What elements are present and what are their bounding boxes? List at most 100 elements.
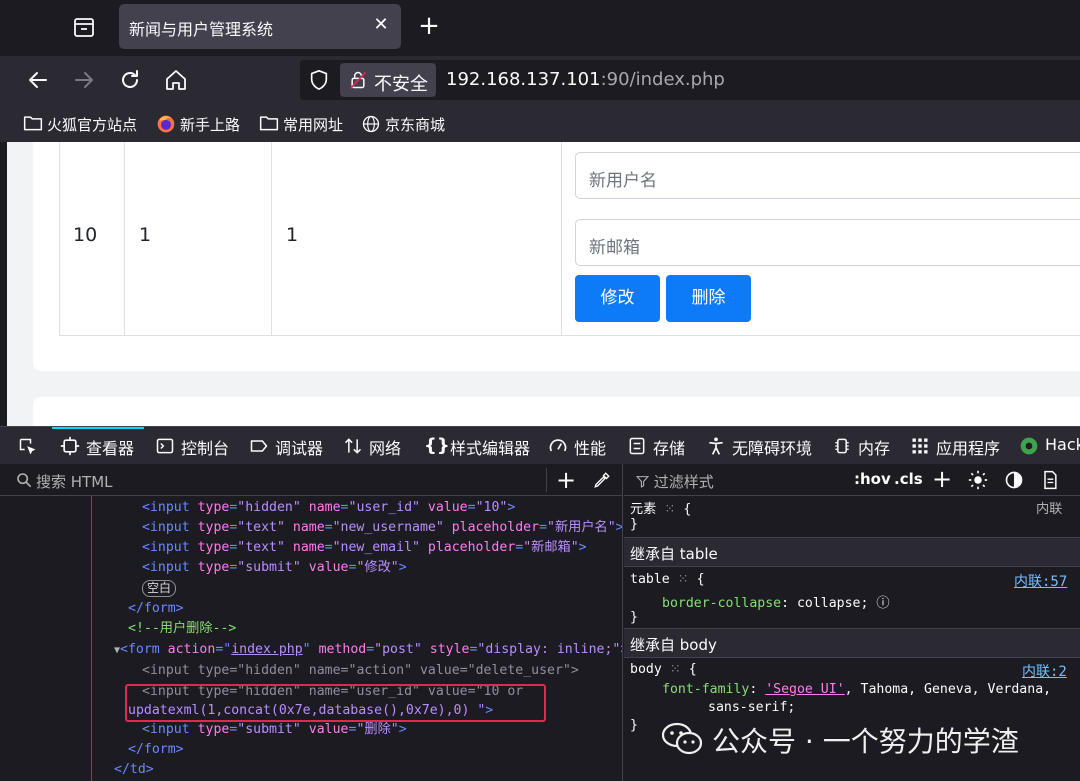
insecure-connection-indicator[interactable]: 不安全 xyxy=(340,63,436,97)
close-tab-icon[interactable]: ✕ xyxy=(373,16,389,34)
tab-list-icon[interactable] xyxy=(72,15,96,39)
indent-guide xyxy=(91,496,92,781)
markup-line[interactable]: <input type="hidden" name="user_id" valu… xyxy=(142,498,515,518)
new-username-input[interactable]: 新用户名 xyxy=(575,152,1080,199)
markup-line[interactable]: <input type="text" name="new_email" plac… xyxy=(142,538,587,558)
light-theme-sun-icon[interactable] xyxy=(968,470,988,490)
table-rule-selector[interactable]: table ⁙ { xyxy=(630,572,705,587)
storage-icon xyxy=(629,437,645,455)
application-grid-icon xyxy=(912,438,928,454)
hackbar-icon xyxy=(1020,437,1038,455)
bookmarks-toolbar: 火狐官方站点 新手上路 常用网址 京东商城 xyxy=(0,104,1080,142)
firefox-logo-icon xyxy=(157,115,175,133)
whitespace-badge[interactable]: 空白 xyxy=(142,580,177,597)
class-toggle[interactable]: .cls xyxy=(894,470,923,488)
rule-close-brace: } xyxy=(630,517,638,532)
add-rule-icon[interactable]: + xyxy=(932,467,952,491)
navigation-bar: 不安全 192.168.137.101:90/index.php xyxy=(0,56,1080,104)
table-border xyxy=(59,335,1080,336)
console-icon xyxy=(156,438,174,454)
table-rule-source-link[interactable]: 内联:57 xyxy=(1014,571,1067,591)
inline-source-label: 内联 xyxy=(1036,502,1063,517)
dark-theme-contrast-icon[interactable] xyxy=(1004,470,1024,490)
browser-tab-active[interactable]: 新闻与用户管理系统 ✕ xyxy=(119,4,401,49)
table-border xyxy=(561,142,562,336)
element-rule[interactable]: 元素 ⁙ { xyxy=(630,498,691,517)
table-border xyxy=(59,142,60,336)
html-search-bar: 搜索 HTML + xyxy=(0,464,622,496)
tab-strip: 新闻与用户管理系统 ✕ + xyxy=(0,0,1080,56)
home-icon[interactable] xyxy=(164,68,188,92)
devtools-toolbar: 查看器 控制台 调试器 网络 {} 样式编辑器 性能 存储 无障碍环境 内存 应… xyxy=(0,426,1080,464)
url-host: 192.168.137.101 xyxy=(446,69,601,90)
table-cell-username: 1 xyxy=(139,224,152,246)
table-border xyxy=(271,142,272,336)
reload-icon[interactable] xyxy=(118,68,142,92)
network-icon xyxy=(344,438,362,454)
table-cell-email: 1 xyxy=(286,224,299,246)
url-bar[interactable]: 不安全 192.168.137.101:90/index.php xyxy=(300,60,1080,100)
folder-icon xyxy=(259,116,279,131)
table-border xyxy=(124,142,125,336)
new-tab-icon[interactable]: + xyxy=(416,13,442,39)
add-node-icon[interactable]: + xyxy=(556,466,576,494)
performance-gauge-icon xyxy=(549,439,567,452)
markup-line[interactable]: </form> xyxy=(128,599,184,619)
element-picker-icon[interactable] xyxy=(18,437,38,457)
edit-button[interactable]: 修改 xyxy=(575,275,660,322)
markup-line[interactable]: <input type="submit" value="修改"> xyxy=(142,558,407,578)
tracking-protection-shield-icon[interactable] xyxy=(308,69,330,91)
debugger-icon xyxy=(250,440,268,452)
web-page-viewport: 10 1 1 新用户名 新邮箱 修改 删除 xyxy=(7,142,1080,426)
back-arrow-icon[interactable] xyxy=(26,68,50,92)
eyedropper-icon[interactable] xyxy=(593,471,611,489)
markup-line[interactable]: <input type="submit" value="删除"> xyxy=(142,720,407,740)
rule-close-brace: } xyxy=(630,610,638,625)
memory-chip-icon xyxy=(835,438,849,454)
markup-line[interactable]: </form> xyxy=(128,740,184,760)
insecure-label: 不安全 xyxy=(374,74,428,95)
markup-line[interactable]: <input type="text" name="new_username" p… xyxy=(142,518,622,538)
print-media-document-icon[interactable] xyxy=(1040,470,1060,490)
inspector-icon xyxy=(60,436,80,456)
body-rule-source-link[interactable]: 内联:2 xyxy=(1022,661,1067,681)
rules-toolbar: 过滤样式 :hov .cls + xyxy=(624,464,1080,496)
url-path: :90/index.php xyxy=(600,69,725,90)
delete-button[interactable]: 删除 xyxy=(666,275,751,322)
divider xyxy=(546,468,547,492)
highlight-box xyxy=(125,684,546,722)
search-icon xyxy=(17,473,32,488)
insecure-lock-icon xyxy=(349,71,367,89)
markup-line[interactable]: <!--用户删除--> xyxy=(128,619,236,639)
info-icon[interactable]: ⓘ xyxy=(876,596,889,611)
html-markup-panel: 搜索 HTML + <input type="hidden" name="use… xyxy=(0,464,623,781)
inherited-from-body-header: 继承自 body xyxy=(624,628,1080,658)
filter-styles-input[interactable]: 过滤样式 xyxy=(635,471,714,492)
wechat-logo-icon xyxy=(662,722,702,755)
folder-icon xyxy=(23,116,43,131)
filter-icon xyxy=(635,476,650,488)
user-table-card: 10 1 1 新用户名 新邮箱 修改 删除 xyxy=(33,142,1080,371)
next-card xyxy=(33,397,1080,426)
globe-icon xyxy=(362,115,380,133)
table-rule-declaration[interactable]: border-collapse: collapse; ⓘ xyxy=(662,592,890,611)
search-html-input[interactable]: 搜索 HTML xyxy=(36,471,113,492)
active-tab-indicator xyxy=(52,427,144,429)
inherited-from-table-header: 继承自 table xyxy=(624,537,1080,567)
body-rule-selector[interactable]: body ⁙ { xyxy=(630,662,697,677)
markup-line[interactable]: ▼<form action="index.php" method="post" … xyxy=(114,640,622,661)
new-email-input[interactable]: 新邮箱 xyxy=(575,219,1080,266)
style-editor-icon: {} xyxy=(424,435,450,456)
body-rule-declaration-cont: sans-serif; xyxy=(708,700,796,715)
markup-line[interactable]: </td> xyxy=(114,760,154,780)
url-text[interactable]: 192.168.137.101:90/index.php xyxy=(446,69,725,90)
table-cell-id: 10 xyxy=(73,224,98,246)
rule-close-brace: } xyxy=(630,718,638,733)
hover-state-toggle[interactable]: :hov xyxy=(854,470,891,488)
tab-title: 新闻与用户管理系统 xyxy=(129,20,274,39)
accessibility-person-icon xyxy=(709,437,723,455)
markup-line[interactable]: <input type="hidden" name="action" value… xyxy=(142,661,579,681)
body-rule-declaration[interactable]: font-family: 'Segoe UI', Tahoma, Geneva,… xyxy=(662,682,1051,697)
forward-arrow-icon[interactable] xyxy=(72,68,96,92)
markup-line[interactable]: 空白 xyxy=(142,579,177,599)
